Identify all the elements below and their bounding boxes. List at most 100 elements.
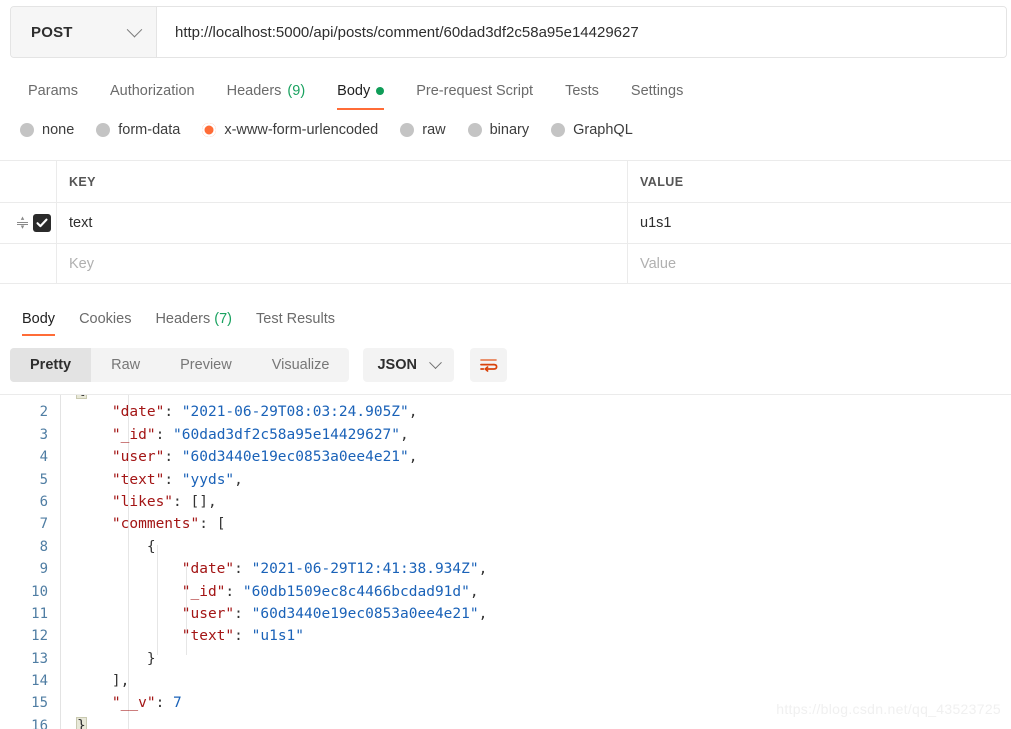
code-line-text: { bbox=[61, 536, 156, 558]
code-token: , bbox=[478, 605, 488, 622]
code-line-text: "_id": "60db1509ec8c4466bcdad91d", bbox=[61, 581, 479, 603]
tab-label: Authorization bbox=[109, 83, 195, 99]
request-tab-authorization[interactable]: Authorization bbox=[94, 83, 211, 110]
url-input[interactable]: http://localhost:5000/api/posts/comment/… bbox=[157, 7, 1006, 57]
tab-label: Test Results bbox=[256, 311, 335, 327]
code-line: 4 "user": "60d3440e19ec0853a0ee4e21", bbox=[0, 446, 1011, 469]
table-header-control-cell bbox=[0, 161, 57, 202]
code-token: "text" bbox=[111, 471, 165, 488]
tab-label: Headers bbox=[155, 311, 211, 327]
request-tab-settings[interactable]: Settings bbox=[615, 83, 699, 110]
request-tab-headers[interactable]: Headers (9) bbox=[211, 83, 322, 110]
response-tab-body[interactable]: Body bbox=[10, 311, 67, 336]
word-wrap-icon bbox=[480, 359, 498, 372]
line-number: 8 bbox=[39, 538, 48, 555]
line-number: 7 bbox=[39, 516, 48, 533]
view-mode-pretty[interactable]: Pretty bbox=[10, 348, 92, 382]
chevron-down-icon bbox=[126, 21, 143, 37]
new-value-input[interactable]: Value bbox=[628, 244, 1011, 283]
view-mode-visualize[interactable]: Visualize bbox=[252, 348, 350, 382]
response-body-viewer[interactable]: 1{2 "date": "2021-06-29T08:03:24.905Z",3… bbox=[0, 394, 1011, 729]
code-line-text: "text": "u1s1" bbox=[61, 625, 304, 647]
tab-count-badge: (7) bbox=[210, 311, 233, 327]
code-token: "likes" bbox=[111, 493, 174, 510]
body-type-form-data[interactable]: form-data bbox=[96, 122, 180, 138]
code-token: : bbox=[155, 695, 174, 712]
radio-icon bbox=[400, 123, 415, 137]
row-key-input[interactable]: text bbox=[57, 203, 628, 243]
table-row[interactable]: ▴ ▾ text u1s1 bbox=[0, 202, 1011, 243]
drag-handle-icon[interactable]: ▴ ▾ bbox=[16, 215, 29, 231]
line-number: 11 bbox=[31, 605, 48, 622]
response-tab-cookies[interactable]: Cookies bbox=[67, 311, 143, 336]
body-type-label: raw bbox=[422, 122, 446, 138]
response-format-select[interactable]: JSON bbox=[363, 348, 454, 382]
body-type-none[interactable]: none bbox=[20, 122, 74, 138]
line-number: 5 bbox=[39, 471, 48, 488]
response-tab-test-results[interactable]: Test Results bbox=[244, 311, 347, 336]
word-wrap-toggle[interactable] bbox=[469, 348, 507, 382]
code-line: 5 "text": "yyds", bbox=[0, 468, 1011, 491]
line-number: 16 bbox=[31, 717, 48, 729]
request-tab-body[interactable]: Body bbox=[321, 83, 400, 110]
row-enabled-checkbox[interactable] bbox=[33, 214, 51, 232]
code-token: "user" bbox=[111, 449, 165, 466]
table-row-empty[interactable]: Key Value bbox=[0, 243, 1011, 284]
code-line-text: "likes": [], bbox=[61, 491, 217, 513]
response-format-label: JSON bbox=[377, 357, 417, 373]
tab-label: Body bbox=[337, 83, 371, 99]
line-number: 14 bbox=[31, 673, 48, 690]
row-controls-empty bbox=[0, 244, 57, 283]
code-line-text: } bbox=[61, 715, 87, 729]
code-line: 3 "_id": "60dad3df2c58a95e14429627", bbox=[0, 423, 1011, 447]
request-tab-params[interactable]: Params bbox=[12, 83, 94, 110]
request-tab-pre-request-script[interactable]: Pre-request Script bbox=[400, 83, 549, 110]
code-token: ], bbox=[111, 673, 130, 690]
body-type-label: binary bbox=[489, 122, 530, 138]
tab-label: Pre-request Script bbox=[416, 83, 534, 99]
new-key-input[interactable]: Key bbox=[57, 244, 628, 283]
response-tabs: Body Cookies Headers (7) Test Results bbox=[0, 298, 1011, 336]
line-number: 12 bbox=[31, 628, 48, 645]
row-controls: ▴ ▾ bbox=[0, 203, 57, 243]
response-tab-headers[interactable]: Headers (7) bbox=[143, 311, 244, 336]
body-type-label: form-data bbox=[118, 122, 181, 138]
code-token: [], bbox=[190, 493, 217, 510]
code-token: , bbox=[234, 471, 243, 488]
body-type-label: none bbox=[42, 122, 75, 138]
body-type-graphql[interactable]: GraphQL bbox=[551, 122, 633, 138]
code-token: } bbox=[76, 716, 87, 729]
code-line: 11 "user": "60d3440e19ec0853a0ee4e21", bbox=[0, 602, 1011, 626]
code-line: 15 "__v": 7 bbox=[0, 692, 1011, 715]
code-line: 2 "date": "2021-06-29T08:03:24.905Z", bbox=[0, 401, 1011, 424]
json-code[interactable]: 1{2 "date": "2021-06-29T08:03:24.905Z",3… bbox=[0, 395, 1011, 729]
request-tabs: Params Authorization Headers (9) Body Pre-req… bbox=[0, 70, 1011, 110]
view-mode-preview[interactable]: Preview bbox=[160, 348, 252, 382]
code-token: : bbox=[164, 471, 182, 488]
body-type-label: GraphQL bbox=[573, 122, 633, 138]
code-token: : bbox=[155, 426, 174, 443]
body-type-x-www-form-urlencoded[interactable]: x-www-form-urlencoded bbox=[202, 122, 378, 138]
row-value-input[interactable]: u1s1 bbox=[628, 203, 1011, 243]
code-token: "date" bbox=[181, 561, 235, 578]
body-type-raw[interactable]: raw bbox=[400, 122, 446, 138]
tab-label: Params bbox=[28, 83, 78, 99]
line-number: 15 bbox=[31, 695, 48, 712]
table-header-row: KEY VALUE bbox=[0, 160, 1011, 202]
code-token: "date" bbox=[111, 404, 165, 421]
request-tab-tests[interactable]: Tests bbox=[549, 83, 615, 110]
code-token: "user" bbox=[181, 605, 235, 622]
body-type-binary[interactable]: binary bbox=[467, 122, 530, 138]
code-token: "text" bbox=[181, 628, 235, 645]
column-header-value: VALUE bbox=[640, 174, 684, 189]
view-mode-raw[interactable]: Raw bbox=[91, 348, 160, 382]
code-line-text: "comments": [ bbox=[61, 513, 226, 535]
http-method-select[interactable]: POST bbox=[11, 7, 157, 57]
chevron-down-icon bbox=[429, 355, 442, 369]
code-token: "60db1509ec8c4466bcdad91d" bbox=[242, 583, 470, 600]
code-token: , bbox=[408, 449, 418, 466]
code-token: "__v" bbox=[111, 695, 156, 712]
